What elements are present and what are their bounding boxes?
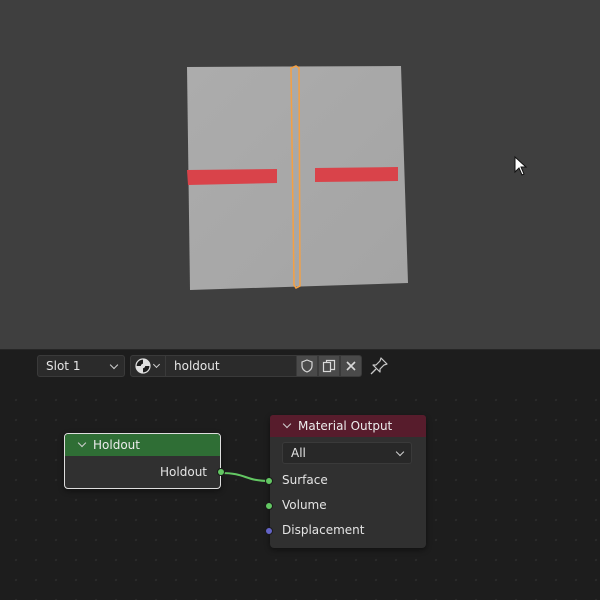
input-socket-displacement[interactable] [265,527,273,535]
node-title: Holdout [93,438,140,452]
node-title: Material Output [298,419,393,433]
chevron-down-icon [395,447,405,457]
output-socket-holdout[interactable] [217,468,225,476]
material-output-node[interactable]: Material Output All Surface Volume Displ… [265,415,426,548]
holdout-node[interactable]: Holdout Holdout [64,433,225,489]
socket-label-holdout: Holdout [160,465,207,479]
socket-label-volume: Volume [282,498,327,512]
holdout-node-header[interactable]: Holdout [65,434,220,456]
target-dropdown[interactable]: All [282,442,412,464]
input-socket-surface[interactable] [265,477,273,485]
chevron-down-icon[interactable] [282,419,292,429]
chevron-down-icon[interactable] [77,438,87,448]
material-output-node-header[interactable]: Material Output [270,415,426,437]
socket-label-displacement: Displacement [282,523,365,537]
input-socket-volume[interactable] [265,502,273,510]
target-value: All [291,446,306,460]
socket-label-surface: Surface [282,473,328,487]
